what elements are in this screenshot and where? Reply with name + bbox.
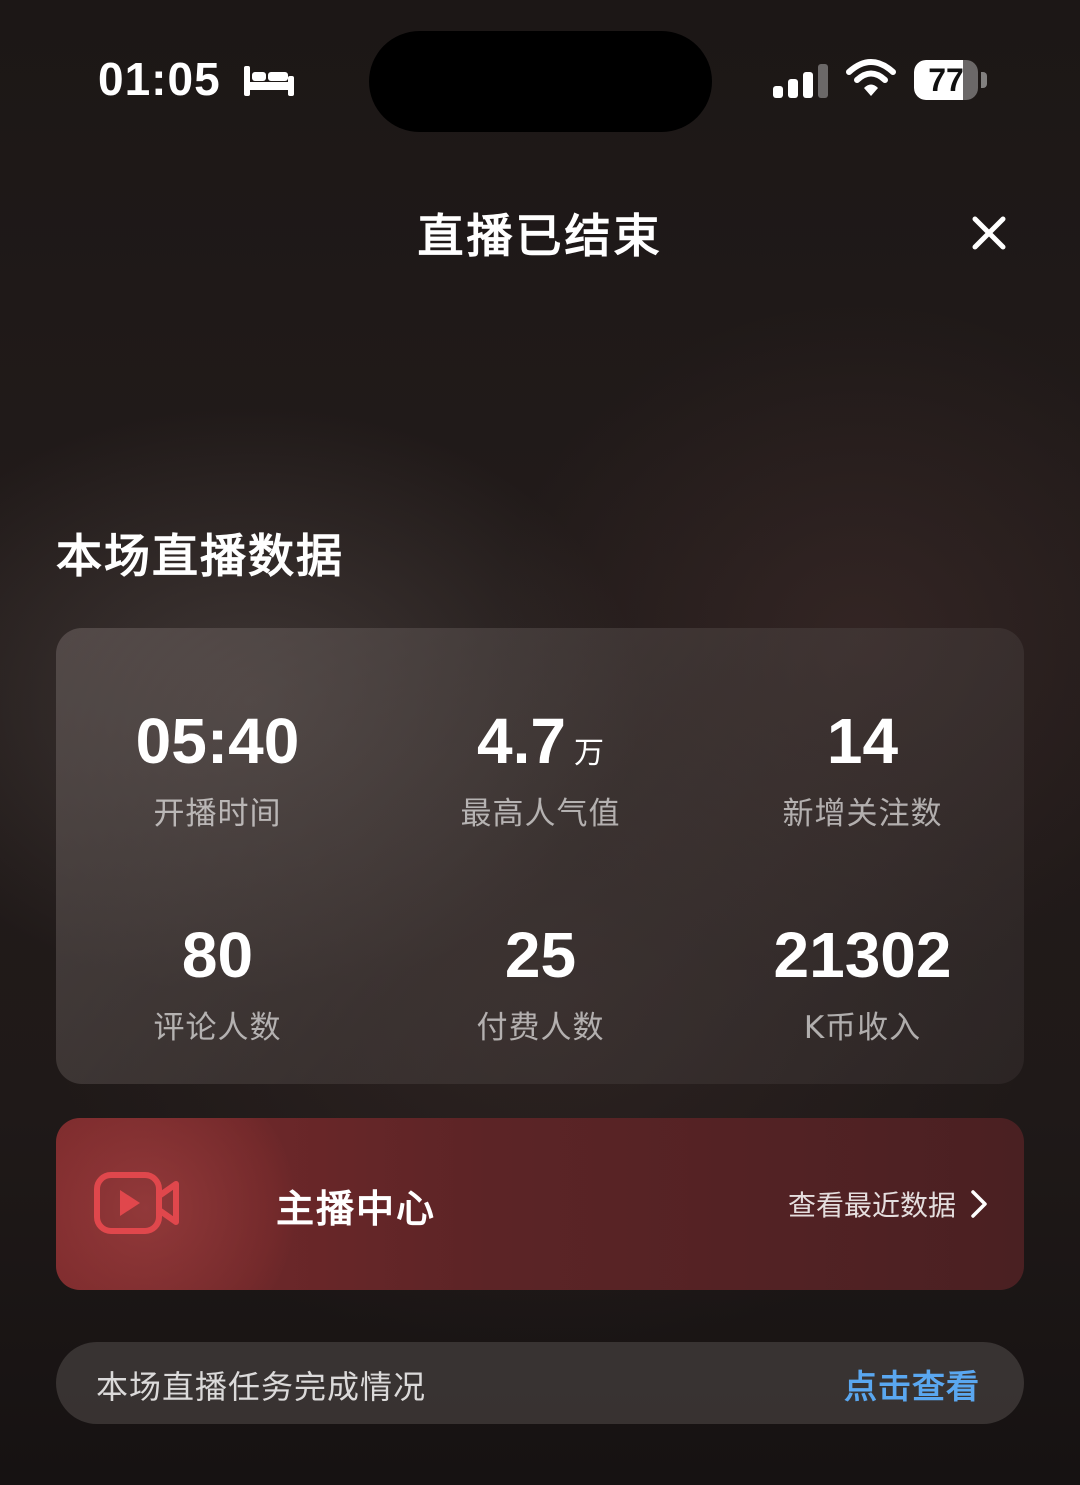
stats-card: 05:40 开播时间 4.7 万 最高人气值 14 新增关注数 80 评论人数 2… [56,628,1024,1084]
status-bar: 01:05 77 [0,0,1080,140]
stat-value: 80 [56,918,379,992]
stat-label: 开播时间 [153,796,282,832]
stat-unit: 万 [573,737,604,770]
stat-value-number: 21302 [773,919,952,991]
stat-label: 最高人气值 [460,796,621,832]
video-camera-icon [94,1172,179,1234]
stat-label: K币收入 [803,1010,922,1046]
battery-icon: 77 [914,60,978,100]
stat-value-number: 80 [181,919,254,991]
stat-label: 新增关注数 [782,796,943,832]
section-title: 本场直播数据 [56,529,344,583]
signal-icon [773,64,828,98]
stat-value-number: 14 [826,705,899,777]
stat-paying-users: 25 付费人数 [379,918,702,1047]
stat-value-number: 25 [504,919,577,991]
stat-label: 付费人数 [476,1010,605,1046]
page-title: 直播已结束 [417,209,663,263]
stat-value-number: 05:40 [135,705,300,777]
wifi-icon [846,59,896,96]
anchor-center-title: 主播中心 [276,1187,437,1231]
stat-value: 05:40 [56,704,379,778]
dynamic-island [369,31,712,132]
recent-data-label: 查看最近数据 [787,1189,956,1222]
stat-value: 21302 [701,918,1024,992]
anchor-center-card[interactable]: 主播中心 查看最近数据 [56,1118,1024,1290]
view-task-link[interactable]: 点击查看 [844,1360,980,1408]
task-label: 本场直播任务完成情况 [96,1368,427,1406]
battery-level: 77 [928,62,964,98]
stat-peak-popularity: 4.7 万 最高人气值 [379,704,702,833]
stat-commenters: 80 评论人数 [56,918,379,1047]
battery-cap [981,72,987,88]
close-icon[interactable] [964,208,1014,258]
recent-data-link[interactable]: 查看最近数据 [788,1182,988,1226]
stat-value-number: 4.7 [477,705,566,777]
chevron-right-icon [971,1190,987,1218]
stat-live-duration: 05:40 开播时间 [56,704,379,833]
task-card: 本场直播任务完成情况 点击查看 [56,1342,1024,1424]
stat-new-followers: 14 新增关注数 [701,704,1024,833]
stat-k-coin-income: 21302 K币收入 [701,918,1024,1047]
stat-value: 4.7 万 [379,704,702,778]
status-time: 01:05 [98,53,221,105]
stat-value: 25 [379,918,702,992]
stat-label: 评论人数 [153,1010,282,1046]
stat-value: 14 [701,704,1024,778]
sleep-icon [244,66,294,96]
